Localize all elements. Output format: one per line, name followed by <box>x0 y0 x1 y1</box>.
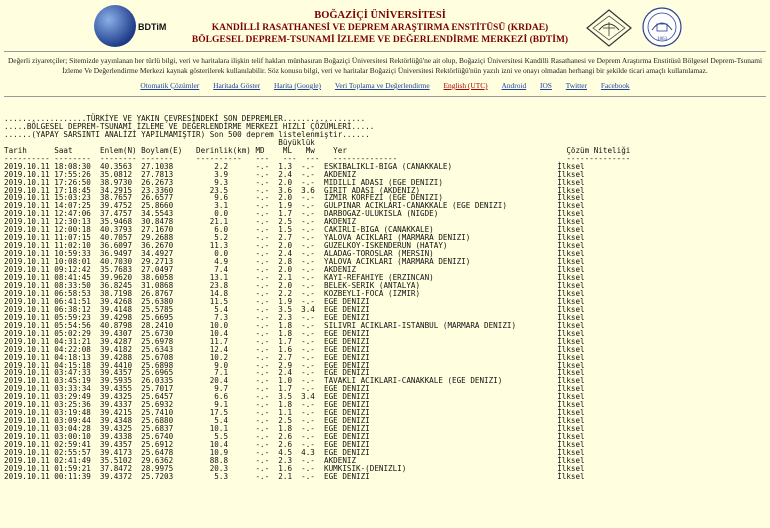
nav-ios[interactable]: IOS <box>540 81 552 90</box>
earthquake-row: 2019.10.11 00:11:39 39.4372 25.7203 5.3 … <box>4 471 585 481</box>
krdae-logo[interactable] <box>585 8 633 48</box>
seal-year: 1863 <box>657 37 668 42</box>
nav-android[interactable]: Android <box>502 81 527 90</box>
nav-facebook[interactable]: Facebook <box>601 81 630 90</box>
bdtim-logo[interactable]: BDTiM <box>94 5 168 49</box>
header-divider <box>4 51 766 52</box>
nav-links: Otomatik Çözümler Haritada Göster Harita… <box>0 81 770 91</box>
nav-english-utc[interactable]: English (UTC) <box>444 81 488 90</box>
center-title: BÖLGESEL DEPREM-TSUNAMİ İZLEME VE DEĞERL… <box>191 35 569 45</box>
copyright-disclaimer: Değerli ziyaretçiler; Sitemizde yayınlan… <box>7 56 763 75</box>
nav-divider <box>4 96 766 97</box>
nav-data-collection[interactable]: Veri Toplama ve Değerlendirme <box>335 81 430 90</box>
globe-icon <box>94 5 136 47</box>
institution-titles: BOĞAZİÇİ ÜNİVERSİTESİ KANDİLLİ RASATHANE… <box>190 10 570 46</box>
observatory-icon <box>586 9 632 47</box>
nav-twitter[interactable]: Twitter <box>566 81 587 90</box>
university-title: BOĞAZİÇİ ÜNİVERSİTESİ <box>314 10 446 21</box>
nav-show-on-map[interactable]: Haritada Göster <box>213 81 260 90</box>
bogazici-seal-logo[interactable]: 1863 <box>642 6 682 48</box>
nav-google-map[interactable]: Harita (Google) <box>274 81 321 90</box>
institute-title: KANDİLLİ RASATHANESİ VE DEPREM ARAŞTIRMA… <box>211 23 549 33</box>
nav-automatic-solutions[interactable]: Otomatik Çözümler <box>140 81 199 90</box>
university-seal-icon: 1863 <box>642 7 682 47</box>
bdtim-logo-text: BDTiM <box>138 22 167 32</box>
site-header: BDTiM BOĞAZİÇİ ÜNİVERSİTESİ KANDİLLİ RAS… <box>0 0 770 52</box>
earthquake-listing: ..................TÜRKİYE VE YAKIN ÇEVRE… <box>4 107 630 481</box>
